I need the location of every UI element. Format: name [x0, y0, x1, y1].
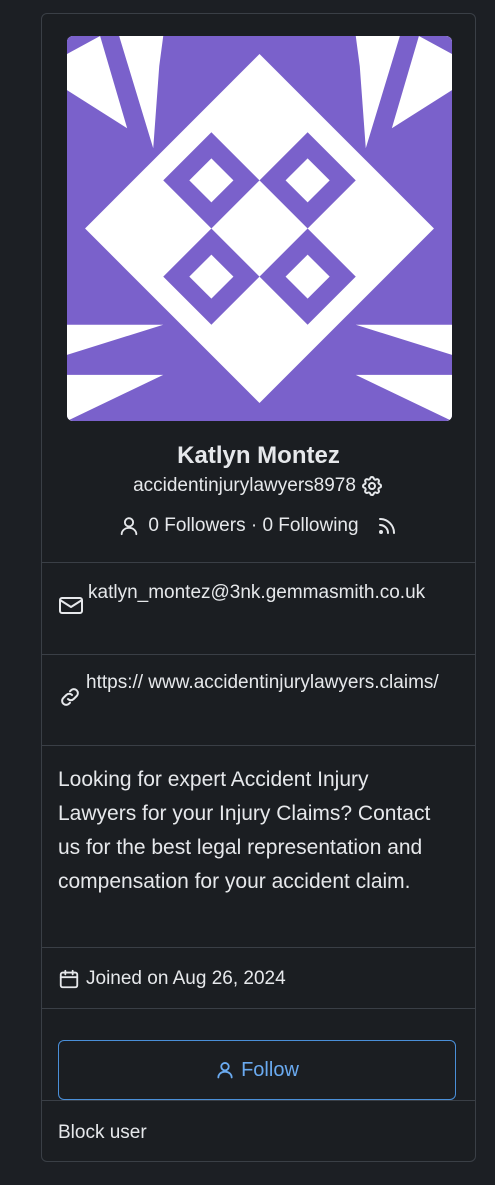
follow-section: Follow: [42, 1008, 475, 1101]
avatar: [67, 36, 452, 421]
bio-text: Looking for expert Accident Injury Lawye…: [58, 768, 431, 893]
display-name: Katlyn Montez: [177, 442, 340, 469]
person-icon: [215, 1060, 235, 1080]
joined-section: Joined on Aug 26, 2024: [42, 947, 475, 1009]
website-section: https:// www.accidentinjurylawyers.claim…: [42, 654, 475, 746]
user-profile-card: Katlyn Montez accidentinjurylawyers8978 …: [41, 13, 476, 1162]
follow-stats-row: 0 Followers · 0 Following: [42, 514, 475, 538]
username: accidentinjurylawyers8978: [133, 475, 356, 496]
username-row: accidentinjurylawyers8978: [42, 474, 475, 498]
website-link[interactable]: https:// www.accidentinjurylawyers.claim…: [86, 655, 441, 697]
follow-stats[interactable]: 0 Followers · 0 Following: [148, 515, 358, 537]
bio-section: Looking for expert Accident Injury Lawye…: [42, 745, 475, 948]
follow-button-label: Follow: [241, 1058, 299, 1081]
calendar-icon: [58, 968, 80, 990]
email-section: katlyn_montez@3nk.gemmasmith.co.uk: [42, 562, 475, 655]
mail-icon: [58, 563, 84, 620]
link-icon: [58, 655, 82, 714]
rss-icon[interactable]: [375, 514, 399, 538]
follow-button[interactable]: Follow: [58, 1040, 456, 1100]
block-user-button[interactable]: Block user: [58, 1101, 459, 1161]
gear-icon[interactable]: [360, 474, 384, 498]
block-section: Block user: [42, 1100, 475, 1161]
email-link[interactable]: katlyn_montez@3nk.gemmasmith.co.uk: [88, 563, 443, 606]
person-icon: [118, 515, 140, 537]
joined-date: Joined on Aug 26, 2024: [86, 968, 286, 989]
identicon-avatar: [67, 36, 452, 421]
